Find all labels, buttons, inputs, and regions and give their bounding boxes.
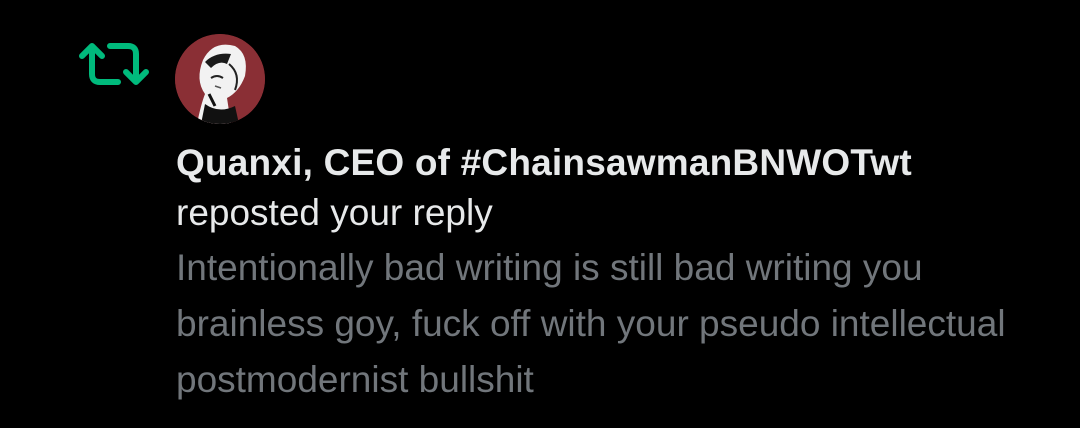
notification-content: Quanxi, CEO of #ChainsawmanBNWOTwt repos…	[176, 138, 1056, 408]
notification-headline: Quanxi, CEO of #ChainsawmanBNWOTwt repos…	[176, 138, 1056, 238]
repost-icon	[78, 38, 150, 90]
repost-notification[interactable]: Quanxi, CEO of #ChainsawmanBNWOTwt repos…	[0, 0, 1080, 428]
actor-name[interactable]: Quanxi, CEO of #ChainsawmanBNWOTwt	[176, 142, 912, 183]
actor-avatar[interactable]	[175, 34, 265, 124]
action-text: reposted your reply	[176, 192, 493, 233]
reply-preview-text[interactable]: Intentionally bad writing is still bad w…	[176, 240, 1036, 408]
